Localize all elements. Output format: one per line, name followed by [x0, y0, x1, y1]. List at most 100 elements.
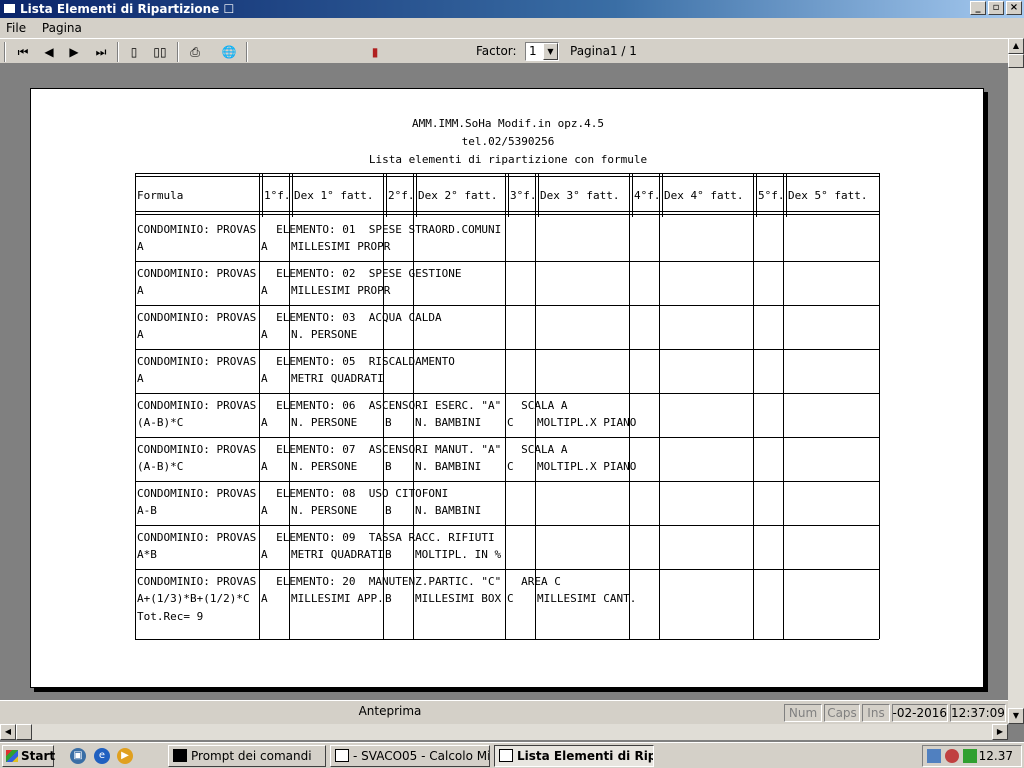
- column-header: 4°f.: [634, 189, 661, 202]
- column-header: Dex 1° fatt.: [294, 189, 374, 202]
- row-rule: [135, 569, 879, 570]
- column-header: Dex 2° fatt.: [418, 189, 498, 202]
- row-cell-d1: N. PERSONE: [291, 416, 358, 429]
- row-title: CONDOMINIO: PROVAS ELEMENTO: 06 ASCENSOR…: [137, 399, 568, 412]
- column-header: Dex 3° fatt.: [540, 189, 620, 202]
- row-title: CONDOMINIO: PROVAS ELEMENTO: 07 ASCENSOR…: [137, 443, 568, 456]
- row-cell-f2: B: [385, 548, 392, 561]
- row-title: CONDOMINIO: PROVAS ELEMENTO: 05 RISCALDA…: [137, 355, 455, 368]
- restore-button[interactable]: ▫: [988, 1, 1004, 15]
- row-cell-d1: MILLESIMI PROPR: [291, 240, 391, 253]
- row-title: CONDOMINIO: PROVAS ELEMENTO: 08 USO CITO…: [137, 487, 449, 500]
- scroll-left-icon[interactable]: ◀: [0, 724, 16, 740]
- row-cell-d2: MILLESIMI BOX: [415, 592, 502, 605]
- task-lista-elementi[interactable]: Lista Elementi di Ripa...: [494, 745, 654, 767]
- chevron-down-icon[interactable]: ▼: [543, 43, 558, 60]
- scroll-right-icon[interactable]: ▶: [992, 724, 1008, 740]
- factor-select[interactable]: 1 ▼: [525, 42, 559, 61]
- row-cell-f1: A: [261, 460, 268, 473]
- row-cell-f3: C: [507, 592, 514, 605]
- status-main: Anteprima: [358, 704, 422, 718]
- status-bar: Anteprima Num Caps Ins 05-02-2016 12:37:…: [0, 700, 1008, 724]
- table-col-rule: [386, 173, 387, 217]
- status-caps: Caps: [824, 704, 860, 722]
- menu-pagina[interactable]: Pagina: [36, 18, 88, 38]
- row-title: CONDOMINIO: PROVAS ELEMENTO: 20 MANUTENZ…: [137, 575, 561, 588]
- row-title: CONDOMINIO: PROVAS ELEMENTO: 03 ACQUA CA…: [137, 311, 442, 324]
- media-player-icon[interactable]: ▶: [117, 748, 133, 764]
- report-header-line: AMM.IMM.SoHa Modif.in opz.4.5: [411, 117, 605, 130]
- row-cell-f1: A: [261, 328, 268, 341]
- exit-door-icon[interactable]: ▮: [364, 42, 386, 62]
- row-cell-f2: B: [385, 504, 392, 517]
- column-header: Dex 5° fatt.: [788, 189, 868, 202]
- task-prompt[interactable]: Prompt dei comandi: [168, 745, 326, 767]
- column-header: Dex 4° fatt.: [664, 189, 744, 202]
- row-rule: [135, 261, 879, 262]
- row-cell-d1: MILLESIMI APP.: [291, 592, 384, 605]
- row-cell-d3: MOLTIPL.X PIANO: [537, 460, 637, 473]
- prev-page-icon[interactable]: ◀: [38, 42, 60, 62]
- scroll-thumb-horizontal[interactable]: [16, 724, 32, 740]
- row-cell-f2: B: [385, 460, 392, 473]
- scroll-thumb[interactable]: [1008, 54, 1024, 68]
- status-time: 12:37:09: [950, 704, 1006, 722]
- minimize-button[interactable]: _: [970, 1, 986, 15]
- internet-explorer-icon[interactable]: e: [94, 748, 110, 764]
- row-cell-d1: N. PERSONE: [291, 328, 358, 341]
- column-header: Formula: [137, 189, 184, 202]
- column-header: 1°f.: [264, 189, 291, 202]
- app-window: Lista Elementi di Ripartizione ☐ _ ▫ × F…: [0, 0, 1024, 742]
- table-col-rule: [538, 173, 539, 217]
- two-pages-icon[interactable]: ▯▯: [149, 42, 171, 62]
- status-date: 05-02-2016: [892, 704, 948, 722]
- row-cell-d3: MOLTIPL.X PIANO: [537, 416, 637, 429]
- window-icon: [335, 749, 349, 762]
- table-col-rule: [632, 173, 633, 217]
- toolbar-separator: [117, 42, 119, 62]
- toolbar-separator: [177, 42, 179, 62]
- vertical-scrollbar[interactable]: ▲ ▼: [1008, 38, 1024, 724]
- single-page-icon[interactable]: ▯: [123, 42, 145, 62]
- row-cell-d1: N. PERSONE: [291, 460, 358, 473]
- close-button[interactable]: ×: [1006, 1, 1022, 15]
- task-svaco05[interactable]: - SVACO05 - Calcolo Mille...: [330, 745, 490, 767]
- page-indicator: Pagina1 / 1: [570, 44, 637, 58]
- console-icon: [173, 749, 187, 762]
- row-formula: (A-B)*C: [137, 416, 184, 429]
- row-rule: [135, 639, 879, 640]
- update-icon[interactable]: [963, 749, 977, 763]
- print-icon[interactable]: ⎙: [184, 42, 206, 62]
- taskbar: Start ▣ e ▶ Prompt dei comandi - SVACO05…: [0, 742, 1024, 768]
- column-header: 5°f.: [758, 189, 785, 202]
- window-icon: [3, 3, 16, 14]
- last-page-icon[interactable]: ⏭: [90, 42, 112, 62]
- network-icon[interactable]: [927, 749, 941, 763]
- menu-file[interactable]: File: [0, 18, 32, 38]
- row-cell-d2: N. BAMBINI: [415, 416, 482, 429]
- security-icon[interactable]: [945, 749, 959, 763]
- scroll-down-icon[interactable]: ▼: [1008, 708, 1024, 724]
- first-page-icon[interactable]: ⏮: [12, 42, 34, 62]
- row-cell-d2: N. BAMBINI: [415, 504, 482, 517]
- row-rule: [135, 349, 879, 350]
- column-header: 3°f.: [510, 189, 537, 202]
- row-cell-d1: METRI QUADRATI: [291, 372, 384, 385]
- horizontal-scrollbar[interactable]: ◀ ▶: [0, 724, 1008, 740]
- table-col-rule: [292, 173, 293, 217]
- next-page-icon[interactable]: ▶: [63, 42, 85, 62]
- start-button[interactable]: Start: [2, 745, 55, 767]
- export-icon[interactable]: 🌐: [218, 42, 240, 62]
- report-page: AMM.IMM.SoHa Modif.in opz.4.5 tel.02/539…: [30, 88, 984, 688]
- row-cell-d2: N. BAMBINI: [415, 460, 482, 473]
- table-col-rule: [879, 173, 880, 639]
- factor-value: 1: [529, 44, 537, 58]
- column-header: 2°f.: [388, 189, 415, 202]
- row-cell-f1: A: [261, 592, 268, 605]
- row-cell-d1: METRI QUADRATI: [291, 548, 384, 561]
- report-header-line: tel.02/5390256: [461, 135, 555, 148]
- scroll-up-icon[interactable]: ▲: [1008, 38, 1024, 54]
- desktop-icon[interactable]: ▣: [70, 748, 86, 764]
- clock: 12.37: [978, 749, 1013, 763]
- toolbar: ⏮ ◀ ▶ ⏭ ▯ ▯▯ ⎙ 🌐 ▮ Factor: 1 ▼ Pagina1 /…: [0, 38, 1008, 64]
